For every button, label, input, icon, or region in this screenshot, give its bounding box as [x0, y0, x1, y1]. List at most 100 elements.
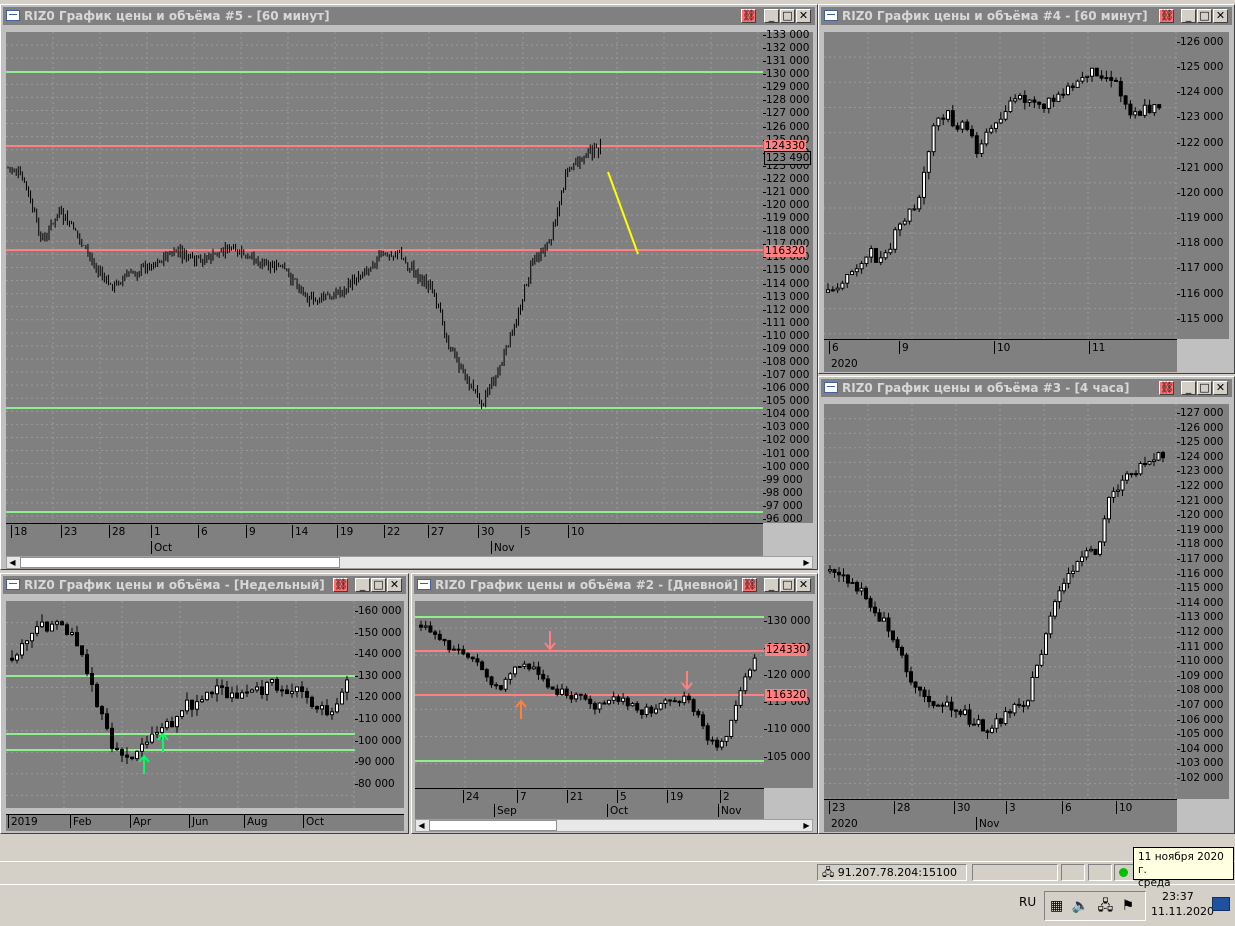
scroll-thumb[interactable] — [429, 820, 557, 831]
y-tick-mark — [763, 218, 766, 220]
y-tick-mark — [1177, 268, 1180, 270]
candle-body — [850, 271, 854, 276]
y-tick-label: 120 000 — [1180, 509, 1224, 522]
flag-icon[interactable]: ⚑ — [1122, 898, 1135, 914]
link-icon[interactable]: ⛓ — [741, 9, 756, 23]
maximize-button[interactable]: □ — [780, 9, 795, 23]
app-tray-icon[interactable]: ▦ — [1050, 898, 1063, 914]
link-icon[interactable]: ⛓ — [742, 578, 757, 592]
minimize-button[interactable]: _ — [1181, 9, 1196, 23]
price-chart-area[interactable] — [6, 32, 763, 523]
time-axis: 18 23 28 1 6 9 14 19 22 27 30 5 10 Oct Nov — [6, 523, 763, 558]
candle-body — [185, 699, 189, 712]
y-tick-mark — [1177, 588, 1180, 590]
link-icon[interactable]: ⛓ — [1159, 9, 1174, 23]
y-tick-label: 99 000 — [766, 473, 803, 486]
title-bar[interactable]: RIZ0 График цены и объёма #2 - [Дневной]… — [414, 576, 815, 594]
maximize-button[interactable]: □ — [371, 578, 386, 592]
scroll-right-icon[interactable]: ▶ — [801, 820, 812, 831]
candle-body — [918, 686, 922, 691]
y-tick-label: 80 000 — [358, 777, 395, 790]
chart-window-5[interactable]: RIZ0 График цены и объёма #5 - [60 минут… — [0, 4, 818, 570]
y-tick-label: 90 000 — [358, 756, 395, 769]
price-chart-area[interactable] — [824, 32, 1177, 339]
x-tick-label: 30 — [481, 526, 495, 538]
scroll-left-icon[interactable]: ◀ — [7, 557, 18, 568]
horizontal-scrollbar[interactable]: ◀ ▶ — [6, 556, 813, 569]
link-icon[interactable]: ⛓ — [1159, 381, 1174, 395]
x-tick-label: 21 — [570, 791, 584, 803]
scroll-thumb[interactable] — [20, 557, 340, 568]
minimize-button[interactable]: _ — [764, 9, 779, 23]
chart-window-weekly[interactable]: RIZ0 График цены и объёма - [Недельный] … — [0, 573, 409, 834]
language-indicator[interactable]: RU — [1019, 895, 1036, 909]
candle-body — [883, 252, 888, 259]
close-button[interactable]: ✕ — [1213, 381, 1228, 395]
y-tick-label: 122 000 — [1180, 480, 1224, 492]
candle-body — [130, 756, 134, 760]
candle-body — [423, 625, 428, 628]
x-tick-label: 28 — [112, 526, 126, 538]
candle-body — [936, 117, 941, 127]
minimize-button[interactable]: _ — [764, 578, 779, 592]
title-bar[interactable]: RIZ0 График цены и объёма #5 - [60 минут… — [3, 7, 815, 25]
y-tick-label: 110 000 — [767, 723, 811, 736]
y-tick-mark — [763, 440, 766, 442]
candle-body — [1071, 570, 1075, 575]
x-tick-label: 10 — [571, 526, 585, 538]
minimize-button[interactable]: _ — [1181, 381, 1196, 395]
close-button[interactable]: ✕ — [1213, 9, 1228, 23]
candle-body — [869, 248, 874, 258]
close-button[interactable]: ✕ — [387, 578, 402, 592]
title-bar[interactable]: RIZ0 График цены и объёма #4 - [60 минут… — [821, 7, 1232, 25]
title-bar[interactable]: RIZ0 График цены и объёма - [Недельный] … — [3, 576, 406, 594]
candle-body — [285, 689, 289, 695]
y-tick-mark — [1177, 167, 1180, 169]
candle-body — [110, 727, 114, 749]
maximize-button[interactable]: □ — [1197, 9, 1212, 23]
price-chart-area[interactable] — [824, 404, 1177, 799]
candle-body — [832, 569, 837, 573]
x-tick-label: Nov — [979, 818, 1000, 830]
title-bar[interactable]: RIZ0 График цены и объёма #3 - [4 часа] … — [821, 379, 1232, 397]
candle-body — [912, 208, 917, 211]
volume-icon[interactable]: 🔈 — [1072, 898, 1089, 914]
y-tick-mark — [1177, 529, 1180, 531]
candle-body — [1099, 75, 1104, 79]
y-tick-mark — [764, 756, 767, 758]
y-tick-label: 103 000 — [1180, 757, 1224, 770]
chart-window-3[interactable]: RIZ0 График цены и объёма #3 - [4 часа] … — [818, 376, 1235, 834]
window-title: RIZ0 График цены и объёма #5 - [60 минут… — [24, 9, 330, 23]
time-axis: 24 7 21 5 19 2 Sep Oct Nov — [415, 788, 764, 819]
chart-window-4[interactable]: RIZ0 График цены и объёма #4 - [60 минут… — [818, 4, 1235, 374]
candle-body — [470, 656, 475, 660]
candle-body — [260, 686, 264, 695]
y-tick-mark — [763, 87, 766, 89]
price-chart-area[interactable] — [415, 601, 764, 788]
network-tray-icon[interactable]: 🖧 — [1098, 898, 1114, 914]
clock-time[interactable]: 23:37 — [1162, 890, 1194, 903]
maximize-button[interactable]: □ — [1197, 381, 1212, 395]
scroll-right-icon[interactable]: ▶ — [801, 557, 812, 568]
link-icon[interactable]: ⛓ — [333, 578, 348, 592]
clock-date[interactable]: 11.11.2020 — [1151, 905, 1214, 918]
scroll-left-icon[interactable]: ◀ — [416, 820, 427, 831]
y-tick-mark — [1177, 471, 1180, 473]
show-desktop-icon[interactable] — [1212, 897, 1230, 911]
x-tick-mark — [384, 525, 385, 538]
candle-body — [240, 692, 244, 699]
candle-body — [80, 645, 84, 656]
y-tick-label: 100 000 — [358, 734, 402, 747]
x-tick-mark — [189, 815, 190, 828]
candle-body — [621, 697, 626, 702]
maximize-button[interactable]: □ — [780, 578, 795, 592]
close-button[interactable]: ✕ — [796, 9, 811, 23]
price-chart-area[interactable] — [6, 601, 355, 808]
close-button[interactable]: ✕ — [796, 578, 811, 592]
candle-body — [682, 695, 687, 704]
chart-window-2[interactable]: RIZ0 График цены и объёма #2 - [Дневной]… — [411, 573, 818, 834]
horizontal-scrollbar[interactable]: ◀ ▶ — [415, 819, 813, 832]
y-tick-label: 126 000 — [1180, 421, 1224, 434]
y-tick-label: 120 000 — [767, 669, 811, 682]
minimize-button[interactable]: _ — [355, 578, 370, 592]
